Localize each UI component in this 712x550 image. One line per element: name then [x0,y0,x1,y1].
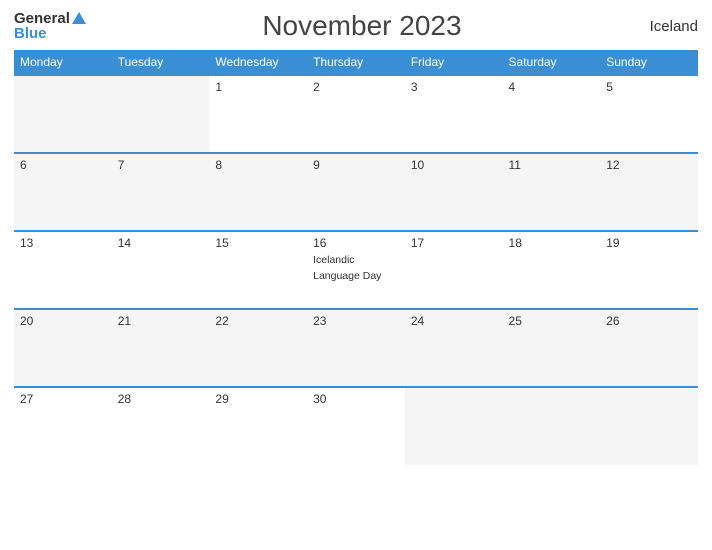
day-number: 13 [20,236,106,250]
day-number: 8 [215,158,301,172]
logo-triangle-icon [72,12,86,24]
calendar-day-cell: 29 [209,387,307,465]
calendar-day-cell: 15 [209,231,307,309]
calendar-week-row: 6789 10 11 12 [14,153,698,231]
col-monday: Monday [14,50,112,75]
col-thursday: Thursday [307,50,405,75]
calendar-day-cell: 11 [503,153,601,231]
calendar-day-cell: 23 [307,309,405,387]
col-sunday: Sunday [600,50,698,75]
country-name: Iceland [638,18,698,35]
calendar-day-cell [405,387,503,465]
day-number: 9 [313,158,399,172]
calendar-day-cell: 8 [209,153,307,231]
day-number: 26 [606,314,692,328]
calendar-day-cell: 5 [600,75,698,153]
calendar-day-cell [600,387,698,465]
event-label: Icelandic Language Day [313,254,381,282]
day-number: 5 [606,80,692,94]
calendar-header: General Blue November 2023 Iceland [14,10,698,42]
calendar-day-cell: 26 [600,309,698,387]
calendar-day-cell: 7 [112,153,210,231]
calendar-week-row: 20 21 22 23 24 25 26 [14,309,698,387]
day-number: 4 [509,80,595,94]
calendar-day-cell: 16 Icelandic Language Day [307,231,405,309]
calendar-day-cell: 18 [503,231,601,309]
calendar-day-cell: 2 [307,75,405,153]
day-number: 19 [606,236,692,250]
col-saturday: Saturday [503,50,601,75]
logo-blue-text: Blue [14,26,47,41]
calendar-day-cell: 24 [405,309,503,387]
day-number: 6 [20,158,106,172]
calendar-day-cell: 9 [307,153,405,231]
calendar-day-cell: 30 [307,387,405,465]
calendar-day-cell [503,387,601,465]
day-number: 30 [313,392,399,406]
calendar-header-row: Monday Tuesday Wednesday Thursday Friday… [14,50,698,75]
logo-general-text: General [14,11,70,26]
calendar-day-cell: 14 [112,231,210,309]
day-number: 15 [215,236,301,250]
logo: General Blue [14,11,86,41]
calendar-day-cell: 3 [405,75,503,153]
calendar-day-cell: 17 [405,231,503,309]
calendar-day-cell: 12 [600,153,698,231]
calendar-day-cell: 27 [14,387,112,465]
day-number: 7 [118,158,204,172]
col-tuesday: Tuesday [112,50,210,75]
day-number: 16 [313,236,399,250]
day-number: 11 [509,158,595,172]
day-number: 10 [411,158,497,172]
day-number: 21 [118,314,204,328]
calendar-day-cell: 10 [405,153,503,231]
calendar-body: 12345678910111213141516Icelandic Languag… [14,75,698,465]
calendar-week-row: 27 28 29 30 [14,387,698,465]
page: General Blue November 2023 Iceland Monda… [0,0,712,550]
day-number: 29 [215,392,301,406]
calendar-day-cell: 22 [209,309,307,387]
day-number: 25 [509,314,595,328]
calendar-week-row: 13 14 15 16 Icelandic Language Day 17 18 19 [14,231,698,309]
calendar-day-cell: 19 [600,231,698,309]
calendar-table: Monday Tuesday Wednesday Thursday Friday… [14,50,698,465]
month-title: November 2023 [86,10,638,42]
calendar-day-cell [112,75,210,153]
col-wednesday: Wednesday [209,50,307,75]
calendar-day-cell: 4 [503,75,601,153]
calendar-day-cell: 6 [14,153,112,231]
day-number: 1 [215,80,301,94]
day-number: 24 [411,314,497,328]
day-number: 27 [20,392,106,406]
day-number: 14 [118,236,204,250]
calendar-day-cell: 1 [209,75,307,153]
calendar-day-cell [14,75,112,153]
day-number: 22 [215,314,301,328]
calendar-day-cell: 21 [112,309,210,387]
day-number: 23 [313,314,399,328]
calendar-week-row: 12345 [14,75,698,153]
calendar-day-cell: 25 [503,309,601,387]
calendar-day-cell: 13 [14,231,112,309]
day-number: 2 [313,80,399,94]
day-number: 17 [411,236,497,250]
day-number: 28 [118,392,204,406]
calendar-day-cell: 28 [112,387,210,465]
calendar-day-cell: 20 [14,309,112,387]
day-number: 18 [509,236,595,250]
day-number: 3 [411,80,497,94]
col-friday: Friday [405,50,503,75]
day-number: 20 [20,314,106,328]
day-number: 12 [606,158,692,172]
